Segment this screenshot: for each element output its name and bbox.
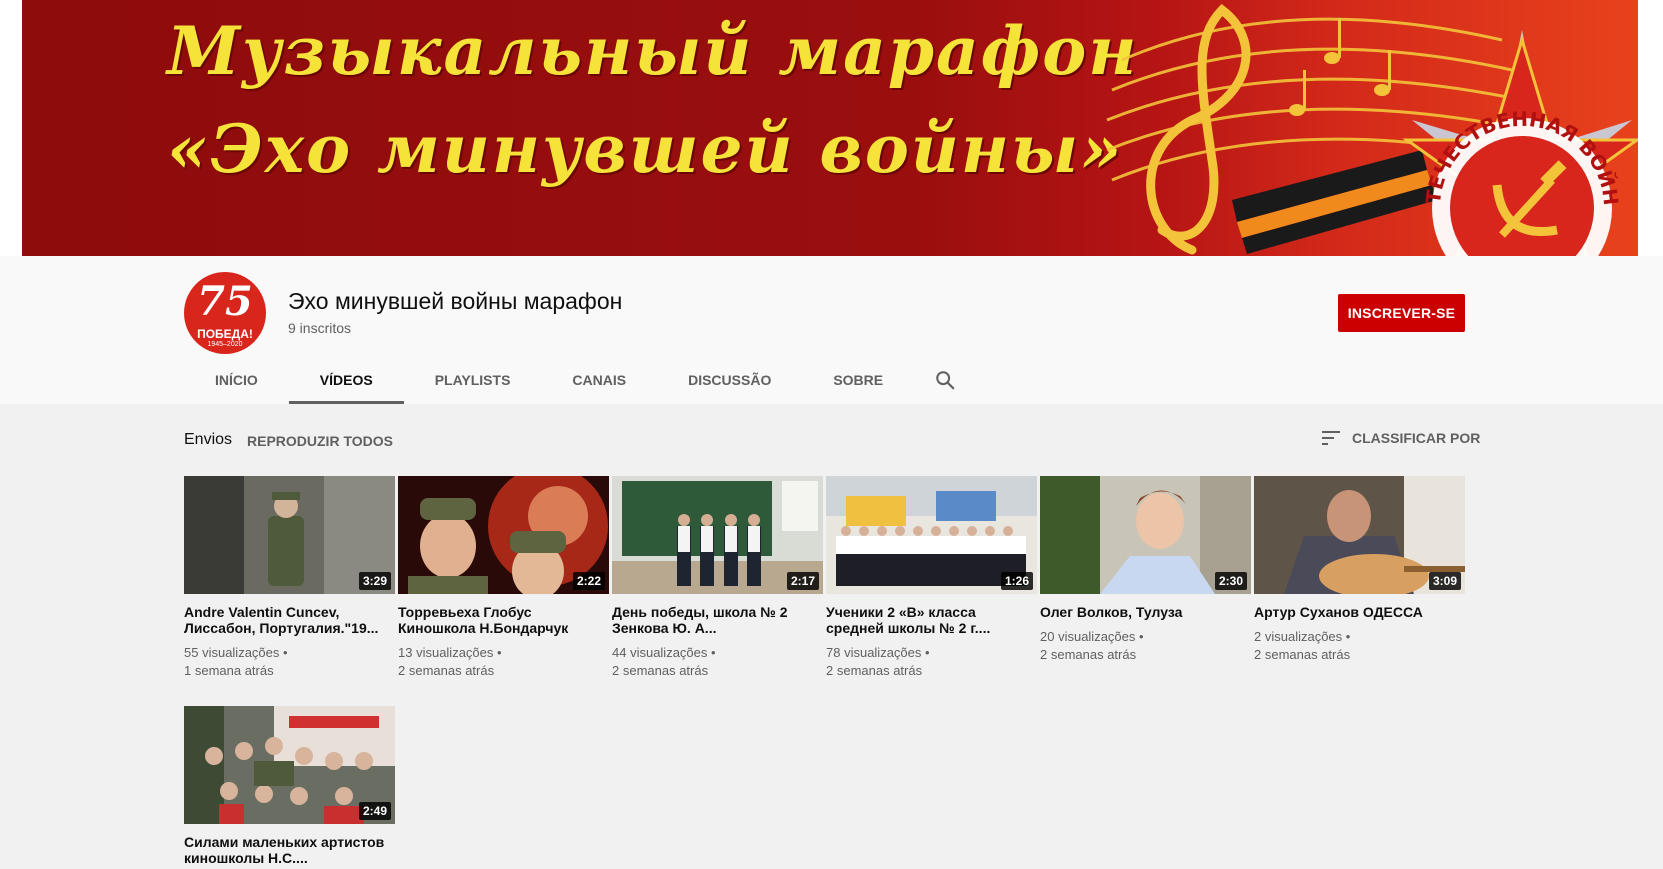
sort-icon <box>1322 431 1340 445</box>
video-duration: 2:49 <box>358 802 391 820</box>
channel-header: 75 ПОБЕДА! 1945–2020 Эхо минувшей войны … <box>0 256 1663 404</box>
video-age: 2 semanas atrás <box>612 663 709 678</box>
video-card[interactable]: 3:29 Andre Valentin Cuncev, Лиссабон, По… <box>184 476 395 680</box>
channel-tabs: INÍCIO VÍDEOS PLAYLISTS CANAIS DISCUSSÃO… <box>184 356 974 404</box>
banner-music-emblem-art: ОТЕЧЕСТВЕННАЯ ВОЙНА <box>1082 0 1638 256</box>
video-title[interactable]: Ученики 2 «В» класса средней школы № 2 г… <box>826 604 1037 636</box>
subscriber-count: 9 inscritos <box>288 320 352 336</box>
video-title[interactable]: День победы, школа № 2 Зенкова Ю. А... <box>612 604 823 636</box>
video-title[interactable]: Andre Valentin Cuncev, Лиссабон, Португа… <box>184 604 395 636</box>
subscribe-button[interactable]: INSCREVER-SE <box>1338 294 1465 332</box>
video-views: 44 visualizações <box>612 645 708 660</box>
video-duration: 2:17 <box>786 572 819 590</box>
avatar-word: ПОБЕДА! <box>197 327 253 341</box>
video-age: 2 semanas atrás <box>826 663 923 678</box>
video-age: 1 semana atrás <box>184 663 274 678</box>
video-views: 13 visualizações <box>398 645 494 660</box>
banner-title-line-2: «Эхо минувшей войны» <box>167 110 1124 188</box>
video-thumbnail[interactable]: 1:26 <box>826 476 1037 594</box>
video-title[interactable]: Артур Суханов ОДЕССА <box>1254 604 1465 620</box>
video-thumbnail[interactable]: 2:22 <box>398 476 609 594</box>
tab-about[interactable]: SOBRE <box>802 356 914 404</box>
video-views: 78 visualizações <box>826 645 922 660</box>
video-card[interactable]: 2:17 День победы, школа № 2 Зенкова Ю. А… <box>612 476 823 680</box>
section-title: Envios <box>184 431 233 448</box>
video-card[interactable]: 1:26 Ученики 2 «В» класса средней школы … <box>826 476 1037 680</box>
tab-videos[interactable]: VÍDEOS <box>288 356 404 404</box>
video-views: 20 visualizações <box>1040 629 1136 644</box>
play-all-button[interactable]: REPRODUZIR TODOS <box>247 433 393 449</box>
video-card[interactable]: 2:22 Торревьеха Глобус Киношкола Н.Бонда… <box>398 476 609 680</box>
video-duration: 3:29 <box>358 572 391 590</box>
video-duration: 3:09 <box>1428 572 1461 590</box>
video-duration: 1:26 <box>1000 572 1033 590</box>
video-card[interactable]: 2:49 Силами маленьких артистов киношколы… <box>184 706 395 866</box>
video-card[interactable]: 2:30 Олег Волков, Тулуза 20 visualizaçõe… <box>1040 476 1251 664</box>
video-thumbnail[interactable]: 2:17 <box>612 476 823 594</box>
video-age: 2 semanas atrás <box>1254 647 1351 662</box>
video-title[interactable]: Олег Волков, Тулуза <box>1040 604 1251 620</box>
video-views: 2 visualizações <box>1254 629 1343 644</box>
video-title[interactable]: Торревьеха Глобус Киношкола Н.Бондарчук <box>398 604 609 636</box>
banner-title-line-1: Музыкальный марафон <box>167 12 1139 90</box>
search-icon <box>936 371 955 390</box>
channel-banner-area: Музыкальный марафон «Эхо минувшей войны» <box>0 0 1663 256</box>
video-age: 2 semanas atrás <box>398 663 495 678</box>
video-views: 55 visualizações <box>184 645 280 660</box>
tab-playlists[interactable]: PLAYLISTS <box>404 356 542 404</box>
video-thumbnail[interactable]: 2:49 <box>184 706 395 824</box>
channel-banner: Музыкальный марафон «Эхо минувшей войны» <box>22 0 1638 256</box>
video-age: 2 semanas atrás <box>1040 647 1137 662</box>
tab-channels[interactable]: CANAIS <box>541 356 657 404</box>
video-duration: 2:22 <box>572 572 605 590</box>
sort-button[interactable]: CLASSIFICAR POR <box>1322 430 1480 446</box>
video-duration: 2:30 <box>1214 572 1247 590</box>
tab-discussion[interactable]: DISCUSSÃO <box>657 356 802 404</box>
channel-search-button[interactable] <box>914 356 974 404</box>
video-thumbnail[interactable]: 3:09 <box>1254 476 1465 594</box>
channel-avatar[interactable]: 75 ПОБЕДА! 1945–2020 <box>184 272 266 354</box>
channel-title: Эхо минувшей войны марафон <box>288 288 623 314</box>
avatar-years: 1945–2020 <box>207 341 243 348</box>
video-thumbnail[interactable]: 2:30 <box>1040 476 1251 594</box>
video-title[interactable]: Силами маленьких артистов киношколы Н.С.… <box>184 834 395 866</box>
video-thumbnail[interactable]: 3:29 <box>184 476 395 594</box>
avatar-number: 75 <box>197 278 253 325</box>
video-card[interactable]: 3:09 Артур Суханов ОДЕССА 2 visualizaçõe… <box>1254 476 1465 664</box>
sort-label: CLASSIFICAR POR <box>1352 430 1481 446</box>
tab-home[interactable]: INÍCIO <box>184 356 289 404</box>
